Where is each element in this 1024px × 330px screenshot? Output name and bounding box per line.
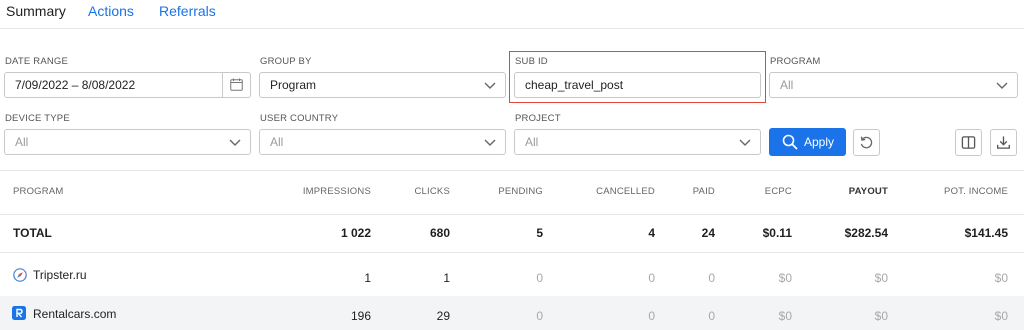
user-country-select[interactable]: All [259, 129, 506, 155]
row-pot-income: $0 [994, 271, 1008, 285]
row-impressions: 1 [364, 271, 371, 285]
col-header-payout[interactable]: PAYOUT [808, 186, 888, 198]
sub-id-value: cheap_travel_post [525, 78, 624, 92]
user-country-label: USER COUNTRY [260, 113, 339, 124]
col-header-pending[interactable]: PENDING [463, 186, 543, 198]
row-payout: $0 [874, 309, 888, 323]
chevron-down-icon [739, 139, 751, 146]
col-header-ecpc[interactable]: ECPC [730, 186, 792, 198]
header-divider [0, 214, 1024, 215]
total-payout: $282.54 [844, 226, 888, 240]
device-type-label: DEVICE TYPE [5, 113, 70, 124]
total-cancelled: 4 [648, 226, 655, 240]
date-range-value: 7/09/2022 – 8/08/2022 [15, 78, 136, 92]
chevron-down-icon [996, 82, 1008, 89]
row-pot-income: $0 [994, 309, 1008, 323]
total-paid: 24 [701, 226, 715, 240]
col-header-cancelled[interactable]: CANCELLED [555, 186, 655, 198]
col-header-impressions[interactable]: IMPRESSIONS [271, 186, 371, 198]
chevron-down-icon [484, 139, 496, 146]
program-name[interactable]: Tripster.ru [33, 268, 87, 282]
col-header-paid[interactable]: PAID [665, 186, 715, 198]
row-pending: 0 [536, 309, 543, 323]
device-type-placeholder: All [15, 135, 29, 149]
row-clicks: 29 [436, 309, 450, 323]
row-payout: $0 [874, 271, 888, 285]
apply-button[interactable]: Apply [769, 128, 846, 156]
row-ecpc: $0 [778, 309, 792, 323]
total-divider [0, 252, 1024, 253]
row-paid: 0 [708, 309, 715, 323]
download-icon [997, 136, 1010, 149]
search-icon [782, 134, 798, 150]
project-label: PROJECT [515, 113, 561, 124]
calendar-icon [230, 78, 243, 91]
col-header-clicks[interactable]: CLICKS [380, 186, 450, 198]
apply-label: Apply [804, 135, 835, 149]
row-paid: 0 [708, 271, 715, 285]
project-select[interactable]: All [514, 129, 761, 155]
program-name[interactable]: Rentalcars.com [33, 307, 116, 321]
total-pending: 5 [536, 226, 543, 240]
program-placeholder: All [780, 78, 794, 92]
total-clicks: 680 [429, 226, 450, 240]
total-impressions: 1 022 [340, 226, 371, 240]
date-range-label: DATE RANGE [5, 56, 69, 67]
chevron-down-icon [484, 82, 496, 89]
program-label: PROGRAM [770, 56, 821, 67]
program-select[interactable]: All [769, 72, 1018, 98]
columns-button[interactable] [955, 129, 982, 156]
sub-id-label: SUB ID [515, 56, 548, 67]
columns-icon [961, 136, 976, 149]
rentalcars-logo-icon [12, 306, 26, 320]
device-type-select[interactable]: All [4, 129, 251, 155]
row-clicks: 1 [443, 271, 450, 285]
download-button[interactable] [990, 129, 1017, 156]
calendar-button[interactable] [222, 73, 250, 97]
col-header-pot-income[interactable]: POT. INCOME [908, 186, 1008, 198]
compass-icon [13, 268, 27, 282]
group-by-select[interactable]: Program [259, 72, 506, 98]
date-range-field[interactable]: 7/09/2022 – 8/08/2022 [4, 72, 251, 98]
project-placeholder: All [525, 135, 539, 149]
row-cancelled: 0 [648, 309, 655, 323]
chevron-down-icon [229, 139, 241, 146]
total-label: TOTAL [13, 226, 52, 240]
col-header-program[interactable]: PROGRAM [13, 186, 64, 198]
group-by-label: GROUP BY [260, 56, 312, 67]
tab-actions[interactable]: Actions [88, 3, 134, 19]
row-impressions: 196 [350, 309, 371, 323]
row-cancelled: 0 [648, 271, 655, 285]
row-pending: 0 [536, 271, 543, 285]
tab-referrals[interactable]: Referrals [159, 3, 216, 19]
filters-divider [0, 170, 1024, 171]
sub-id-input[interactable]: cheap_travel_post [514, 72, 761, 98]
group-by-value: Program [270, 78, 317, 92]
total-ecpc: $0.11 [762, 226, 792, 240]
row-ecpc: $0 [778, 271, 792, 285]
reset-icon [860, 136, 873, 149]
tab-summary[interactable]: Summary [6, 3, 66, 19]
user-country-placeholder: All [270, 135, 284, 149]
tabs-divider [0, 28, 1024, 29]
total-pot-income: $141.45 [964, 226, 1008, 240]
reset-button[interactable] [853, 129, 880, 156]
